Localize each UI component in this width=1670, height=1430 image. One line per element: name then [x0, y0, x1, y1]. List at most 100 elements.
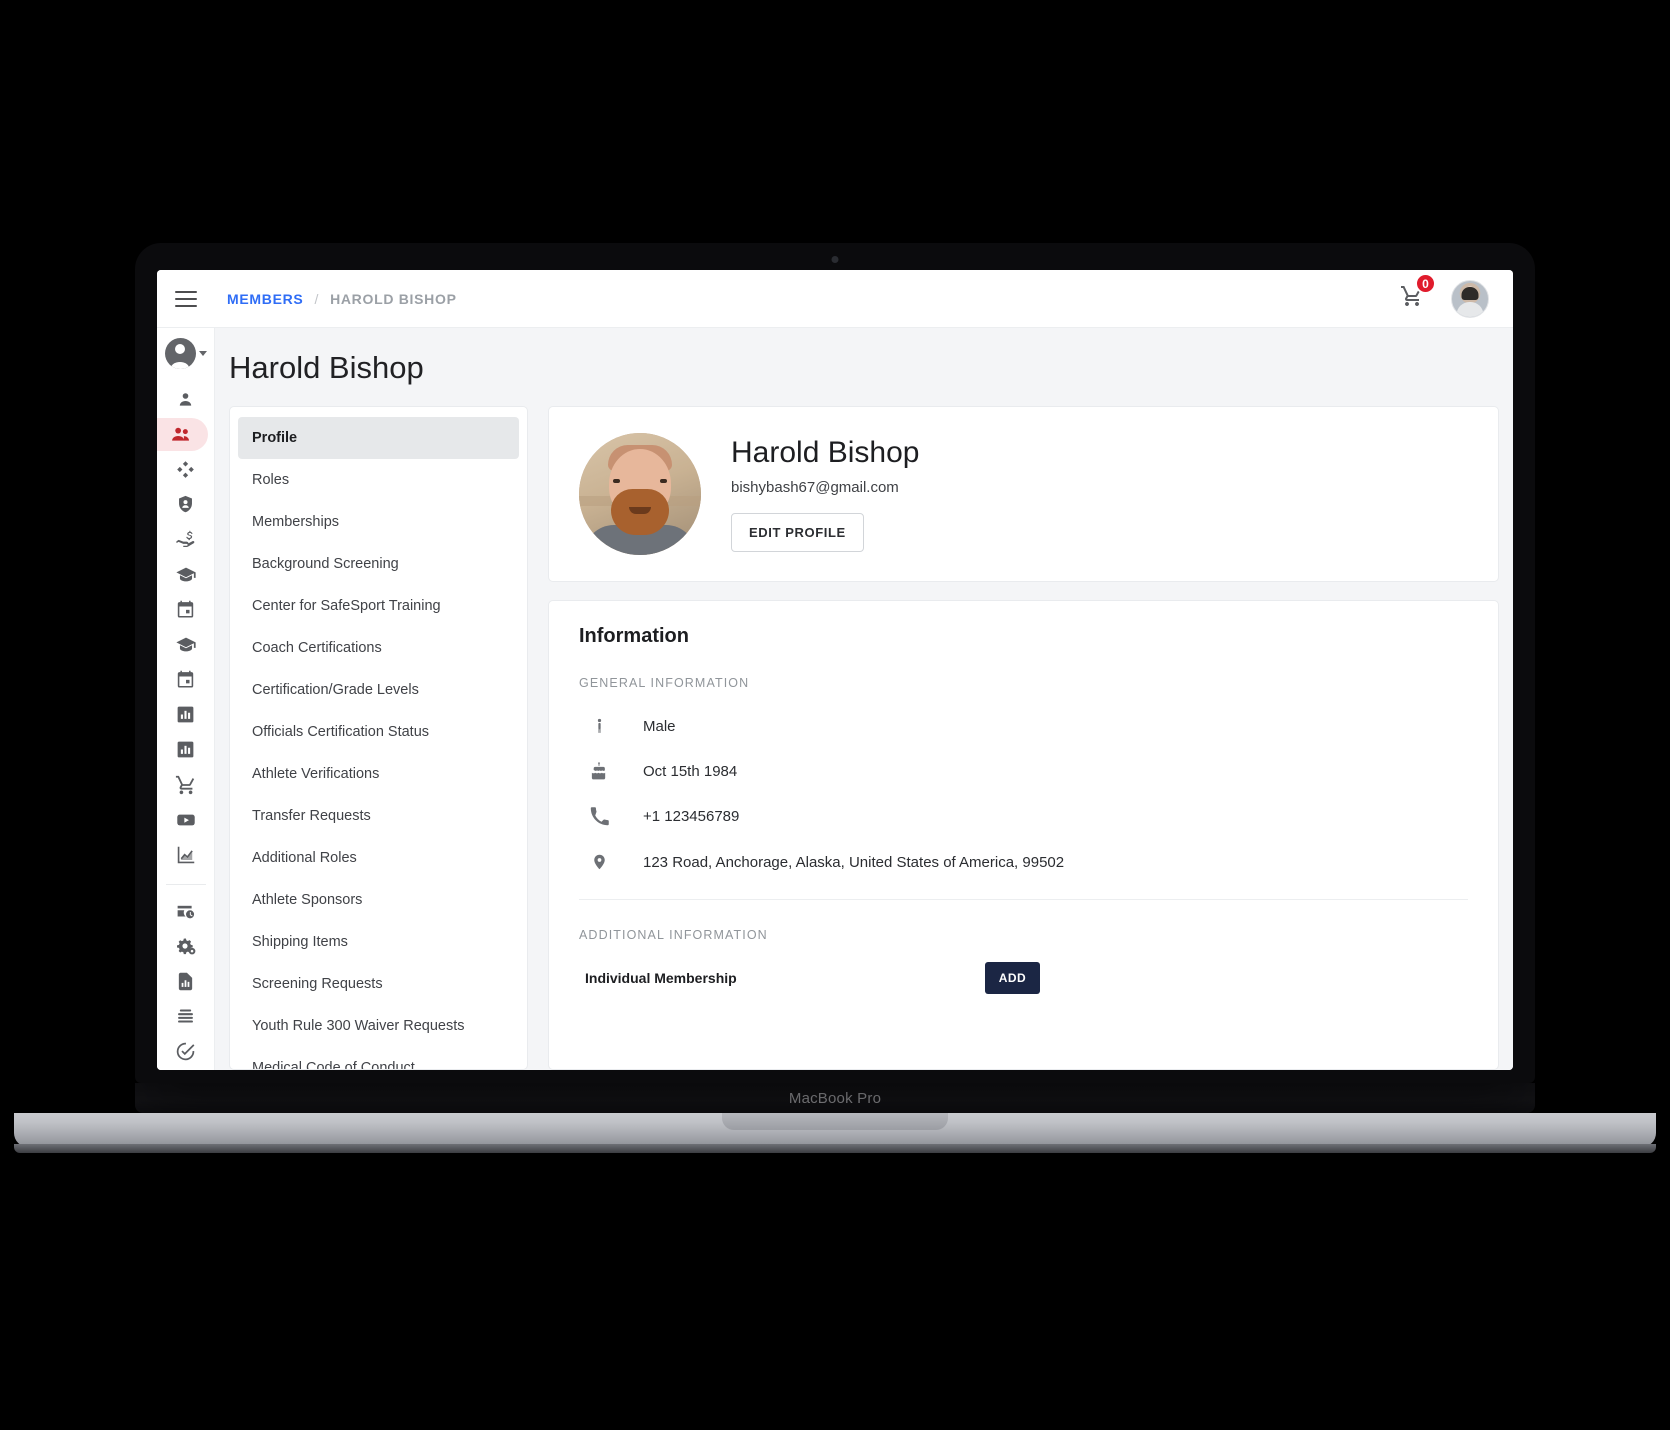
- gears-icon: [176, 938, 195, 955]
- avatar[interactable]: [1451, 279, 1489, 318]
- rail-item-payments[interactable]: [164, 523, 208, 556]
- breadcrumb-root[interactable]: MEMBERS: [227, 291, 303, 307]
- rail-item-videos[interactable]: [164, 804, 208, 837]
- rail-item-logs[interactable]: [164, 1000, 208, 1033]
- nav-item[interactable]: Transfer Requests: [238, 795, 519, 837]
- information-card: Information GENERAL INFORMATION Male Oct …: [548, 600, 1499, 1070]
- information-row: Male: [579, 704, 1468, 749]
- nav-item[interactable]: Shipping Items: [238, 921, 519, 963]
- laptop-base-edge: [14, 1144, 1656, 1153]
- rail-divider: [165, 883, 206, 885]
- rail-item-statistics[interactable]: [164, 733, 208, 766]
- information-value: 123 Road, Anchorage, Alaska, United Stat…: [643, 853, 1065, 871]
- additional-information-label: ADDITIONAL INFORMATION: [579, 928, 768, 942]
- nav-item[interactable]: Roles: [238, 459, 519, 501]
- information-value: Male: [643, 718, 676, 735]
- nav-item[interactable]: Officials Certification Status: [238, 711, 519, 753]
- map-pin-icon: [589, 852, 609, 872]
- add-membership-button[interactable]: ADD: [984, 962, 1041, 994]
- rail-profile-button[interactable]: [164, 338, 207, 369]
- breadcrumb-current: HAROLD BISHOP: [330, 290, 457, 307]
- screen: MEMBERS / HAROLD BISHOP 0 Harold Bishop …: [157, 270, 1513, 1070]
- graduation-cap-icon: [175, 637, 196, 652]
- rail-item-person[interactable]: [164, 383, 208, 416]
- rail-item-members[interactable]: [157, 418, 208, 452]
- content-columns: Profile Roles Memberships Background Screen…: [215, 406, 1513, 1070]
- profile-summary-card: Harold Bishop bishybash67@gmail.com EDIT…: [548, 406, 1499, 582]
- rail-item-analytics[interactable]: [164, 839, 208, 872]
- nav-item[interactable]: Certification/Grade Levels: [238, 669, 519, 711]
- breadcrumb-separator: /: [314, 290, 320, 307]
- app-body: Harold Bishop Profile Roles Memberships Bac…: [157, 328, 1513, 1070]
- diamond-cluster-icon: [177, 461, 194, 478]
- cart-badge: 0: [1415, 273, 1436, 294]
- rail-item-store[interactable]: [164, 769, 208, 802]
- nav-item[interactable]: Athlete Sponsors: [238, 879, 519, 921]
- gender-person-icon: [589, 717, 609, 736]
- nav-item[interactable]: Screening Requests: [238, 963, 519, 1005]
- profile-photo: [579, 433, 701, 555]
- nav-item[interactable]: Athlete Verifications: [238, 753, 519, 795]
- nav-item[interactable]: Medical Code of Conduct: [238, 1047, 519, 1069]
- laptop-base: [14, 1113, 1656, 1147]
- nav-item[interactable]: Youth Rule 300 Waiver Requests: [238, 1005, 519, 1047]
- general-information-label: GENERAL INFORMATION: [579, 676, 750, 690]
- rail-item-schedule[interactable]: [164, 663, 208, 696]
- shopping-cart-icon: [175, 775, 194, 795]
- people-group-icon: [172, 427, 189, 441]
- nav-item[interactable]: Memberships: [238, 501, 519, 543]
- nav-item[interactable]: Coach Certifications: [238, 627, 519, 669]
- information-value: Oct 15th 1984: [643, 763, 738, 780]
- app-topbar: MEMBERS / HAROLD BISHOP 0: [157, 270, 1513, 328]
- rail-item-tasks[interactable]: [164, 1035, 208, 1068]
- rail-item-background-screening[interactable]: [164, 488, 208, 521]
- rail-item-settings[interactable]: [164, 930, 208, 963]
- rail-item-courses[interactable]: [164, 628, 208, 661]
- laptop-mockup: MEMBERS / HAROLD BISHOP 0 Harold Bishop …: [14, 243, 1656, 1153]
- information-row: Oct 15th 1984: [579, 749, 1468, 794]
- stacked-lines-icon: [178, 1009, 193, 1023]
- person-icon: [179, 393, 192, 406]
- content-area: Harold Bishop Profile Roles Memberships Bac…: [215, 328, 1513, 1070]
- rail-item-documents[interactable]: [164, 965, 208, 998]
- edit-profile-button[interactable]: EDIT PROFILE: [731, 513, 864, 552]
- graduation-cap-icon: [175, 567, 196, 582]
- profile-details: Harold Bishop bishybash67@gmail.com EDIT…: [731, 436, 919, 552]
- information-row: 123 Road, Anchorage, Alaska, United Stat…: [579, 839, 1468, 885]
- nav-item[interactable]: Profile: [238, 417, 519, 459]
- icon-rail: [157, 328, 215, 1070]
- birthday-cake-icon: [589, 762, 609, 781]
- nav-item[interactable]: Background Screening: [238, 543, 519, 585]
- bar-chart-box-icon: [177, 707, 194, 723]
- information-value: +1 123456789: [643, 808, 740, 825]
- page-title: Harold Bishop: [229, 350, 424, 385]
- webcam-icon: [831, 256, 839, 263]
- rail-item-training[interactable]: [164, 558, 208, 591]
- chevron-down-icon: [198, 351, 207, 356]
- nav-item[interactable]: Additional Roles: [238, 837, 519, 879]
- rail-item-clubs[interactable]: [164, 453, 208, 486]
- nav-item[interactable]: Center for SafeSport Training: [238, 585, 519, 627]
- additional-information-row: Individual Membership ADD: [579, 956, 1468, 994]
- hamburger-icon[interactable]: [175, 286, 197, 312]
- hand-dollar-icon: [175, 530, 194, 547]
- card-clock-icon: [177, 905, 195, 918]
- rail-item-events[interactable]: [164, 593, 208, 626]
- main-column: Harold Bishop bishybash67@gmail.com EDIT…: [548, 406, 1499, 1070]
- calendar-icon: [177, 671, 194, 688]
- laptop-lid: MEMBERS / HAROLD BISHOP 0 Harold Bishop …: [135, 243, 1535, 1083]
- laptop-chin: MacBook Pro: [135, 1083, 1535, 1113]
- shield-person-icon: [179, 496, 192, 513]
- phone-icon: [589, 807, 609, 826]
- line-chart-icon: [177, 846, 194, 864]
- cart-button[interactable]: 0: [1399, 273, 1436, 313]
- breadcrumb: MEMBERS / HAROLD BISHOP: [227, 291, 457, 307]
- video-play-icon: [176, 814, 195, 826]
- information-divider: [579, 899, 1468, 900]
- individual-membership-label: Individual Membership: [585, 970, 737, 986]
- information-title: Information: [579, 625, 689, 647]
- information-row: +1 123456789: [579, 794, 1468, 839]
- information-rows: Male Oct 15th 1984 +1 123456789 123 Road, A…: [579, 704, 1468, 885]
- rail-item-billing-history[interactable]: [164, 895, 208, 928]
- rail-item-reports[interactable]: [164, 698, 208, 731]
